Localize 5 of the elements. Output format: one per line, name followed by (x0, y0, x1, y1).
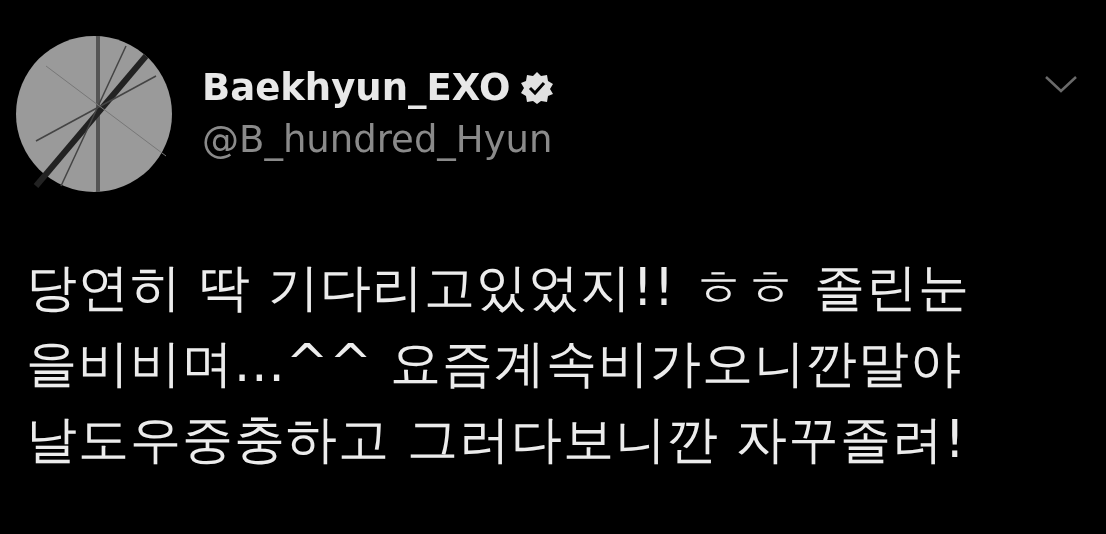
avatar-logo-icon (16, 36, 172, 192)
chevron-down-icon[interactable] (1044, 74, 1078, 94)
display-name[interactable]: Baekhyun_EXO (202, 65, 511, 111)
tweet-text: 당연히 딱 기다리고있었지!! ㅎㅎ 졸린눈 을비비며...^^ 요즘계속비가오니깐말야 날도우중충하고 그러다보니깐 자꾸졸려! (26, 257, 971, 471)
user-handle: @B_hundred_Hyun (202, 117, 554, 163)
